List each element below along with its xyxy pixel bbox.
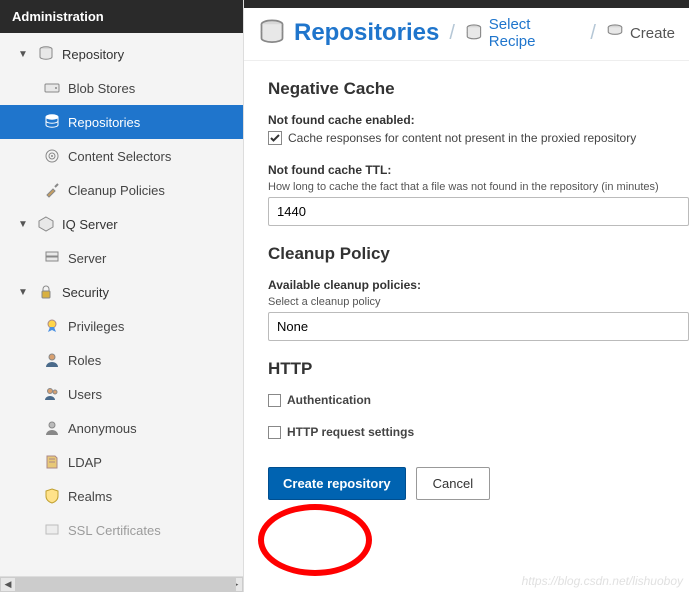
book-icon [44,454,60,470]
checkbox-notfound-enabled[interactable]: Cache responses for content not present … [268,131,689,145]
user-role-icon [44,352,60,368]
label-notfound-enabled: Not found cache enabled: [268,113,689,127]
anonymous-icon [44,420,60,436]
nav-blob-stores[interactable]: Blob Stores [0,71,243,105]
database-icon [606,24,624,42]
section-cleanup: Cleanup Policy [268,244,689,264]
label-cleanup: Available cleanup policies: [268,278,689,292]
nav-label: SSL Certificates [68,523,161,538]
caret-down-icon: ▼ [18,49,28,60]
nav-roles[interactable]: Roles [0,343,243,377]
nav-ldap[interactable]: LDAP [0,445,243,479]
database-icon [465,24,483,42]
create-repository-button[interactable]: Create repository [268,467,406,500]
form-content: Negative Cache Not found cache enabled: … [244,61,689,592]
nav-iq-server[interactable]: ▼ IQ Server [0,207,243,241]
nav-label: Anonymous [68,421,137,436]
breadcrumb-create: Create [606,24,675,42]
nav-repository[interactable]: ▼ Repository [0,37,243,71]
nav-label: LDAP [68,455,102,470]
checkbox-unchecked-icon [268,426,281,439]
checkbox-label: Authentication [287,393,371,407]
nav-label: Repositories [68,115,140,130]
nav-label: Repository [62,47,124,62]
breadcrumb-sep: / [449,22,455,45]
nav-privileges[interactable]: Privileges [0,309,243,343]
target-icon [44,148,60,164]
cancel-button[interactable]: Cancel [416,467,490,500]
scroll-left-icon[interactable]: ◀ [0,577,16,592]
nav-repositories[interactable]: Repositories [0,105,243,139]
caret-down-icon: ▼ [18,287,28,298]
nav-server[interactable]: Server [0,241,243,275]
nav-label: Realms [68,489,112,504]
nav-ssl-cert[interactable]: SSL Certificates [0,513,243,547]
checkbox-authentication[interactable]: Authentication [268,393,689,407]
hdd-icon [44,80,60,96]
help-notfound-ttl: How long to cache the fact that a file w… [268,181,689,193]
section-negative-cache: Negative Cache [268,79,689,99]
section-http: HTTP [268,359,689,379]
database-icon [38,46,54,62]
checkbox-http-request-settings[interactable]: HTTP request settings [268,425,689,439]
nav-tree: ▼ Repository Blob Stores Repositories Co… [0,33,243,576]
topbar [244,0,689,8]
nav-cleanup-policies[interactable]: Cleanup Policies [0,173,243,207]
shield-icon [44,488,60,504]
iq-icon [38,216,54,232]
nav-label: Security [62,285,109,300]
checkbox-text: Cache responses for content not present … [288,131,636,145]
select-cleanup-policy[interactable] [268,312,689,341]
nav-label: IQ Server [62,217,118,232]
users-icon [44,386,60,402]
label-notfound-ttl: Not found cache TTL: [268,163,689,177]
caret-down-icon: ▼ [18,219,28,230]
nav-anonymous[interactable]: Anonymous [0,411,243,445]
database-icon [258,19,286,47]
breadcrumb: Repositories / Select Recipe / Create [244,8,689,61]
nav-content-selectors[interactable]: Content Selectors [0,139,243,173]
nav-label: Privileges [68,319,124,334]
database-icon [44,114,60,130]
main: Repositories / Select Recipe / Create Ne… [244,0,689,592]
checkbox-label: HTTP request settings [287,425,414,439]
checkbox-checked-icon [268,131,282,145]
checkbox-unchecked-icon [268,394,281,407]
nav-users[interactable]: Users [0,377,243,411]
breadcrumb-select-recipe[interactable]: Select Recipe [465,16,580,50]
nav-label: Blob Stores [68,81,135,96]
certificate-icon [44,522,60,538]
nav-security[interactable]: ▼ Security [0,275,243,309]
nav-label: Server [68,251,106,266]
breadcrumb-sep: / [590,22,596,45]
sidebar-header: Administration [0,0,243,33]
server-icon [44,250,60,266]
page-title: Repositories [258,19,439,47]
sidebar: Administration ▼ Repository Blob Stores … [0,0,244,592]
nav-realms[interactable]: Realms [0,479,243,513]
lock-icon [38,284,54,300]
scroll-thumb[interactable] [16,577,236,592]
nav-label: Content Selectors [68,149,171,164]
nav-label: Users [68,387,102,402]
nav-label: Cleanup Policies [68,183,165,198]
broom-icon [44,182,60,198]
horizontal-scrollbar[interactable]: ◀ ▶ [0,576,243,592]
nav-label: Roles [68,353,101,368]
input-notfound-ttl[interactable] [268,197,689,226]
help-cleanup: Select a cleanup policy [268,296,689,308]
medal-icon [44,318,60,334]
